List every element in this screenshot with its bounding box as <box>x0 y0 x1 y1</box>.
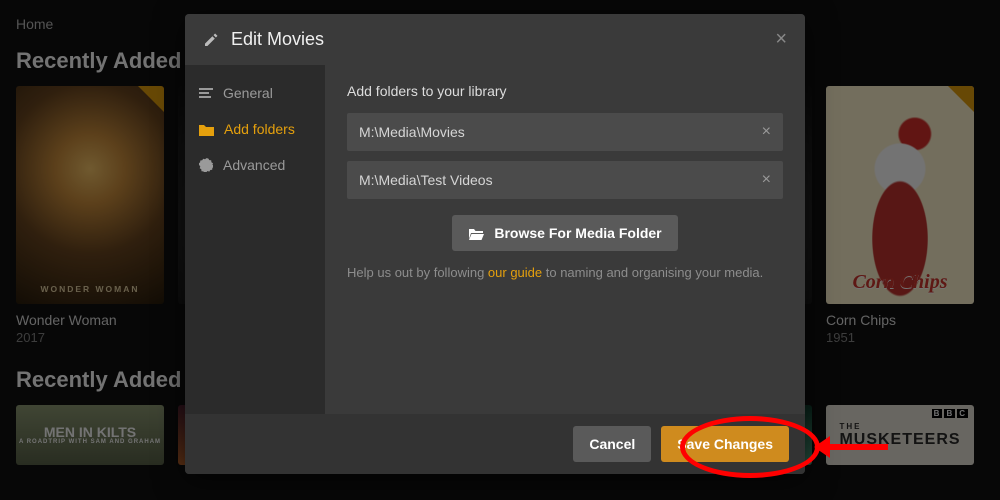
sidebar-item-label: Advanced <box>223 157 285 173</box>
modal-content: Add folders to your library M:\Media\Mov… <box>325 65 805 414</box>
modal-title: Edit Movies <box>231 29 324 50</box>
save-changes-button[interactable]: Save Changes <box>661 426 789 462</box>
browse-folder-button[interactable]: Browse For Media Folder <box>452 215 677 251</box>
folder-icon <box>199 123 214 136</box>
folder-path-text: M:\Media\Test Videos <box>359 172 493 188</box>
browse-button-label: Browse For Media Folder <box>494 225 661 241</box>
modal-header: Edit Movies × <box>185 14 805 65</box>
help-text: Help us out by following our guide to na… <box>347 265 783 280</box>
help-text-pre: Help us out by following <box>347 265 488 280</box>
folder-path-row: M:\Media\Movies × <box>347 113 783 151</box>
sidebar-item-add-folders[interactable]: Add folders <box>185 111 325 147</box>
folder-path-text: M:\Media\Movies <box>359 124 465 140</box>
sidebar-item-label: General <box>223 85 273 101</box>
help-guide-link[interactable]: our guide <box>488 265 542 280</box>
remove-folder-button[interactable]: × <box>762 123 771 141</box>
help-text-post: to naming and organising your media. <box>542 265 763 280</box>
modal-sidebar: General Add folders Advanced <box>185 65 325 414</box>
content-heading: Add folders to your library <box>347 83 783 99</box>
sidebar-item-label: Add folders <box>224 121 295 137</box>
cancel-button[interactable]: Cancel <box>573 426 651 462</box>
gear-icon <box>199 158 213 172</box>
remove-folder-button[interactable]: × <box>762 171 771 189</box>
list-icon <box>199 86 213 100</box>
modal-footer: Cancel Save Changes <box>185 414 805 474</box>
pencil-icon <box>203 32 219 48</box>
sidebar-item-general[interactable]: General <box>185 75 325 111</box>
close-button[interactable]: × <box>775 28 787 51</box>
folder-path-row: M:\Media\Test Videos × <box>347 161 783 199</box>
edit-library-modal: Edit Movies × General Add folders Adva <box>185 14 805 474</box>
folder-open-icon <box>468 226 484 240</box>
sidebar-item-advanced[interactable]: Advanced <box>185 147 325 183</box>
